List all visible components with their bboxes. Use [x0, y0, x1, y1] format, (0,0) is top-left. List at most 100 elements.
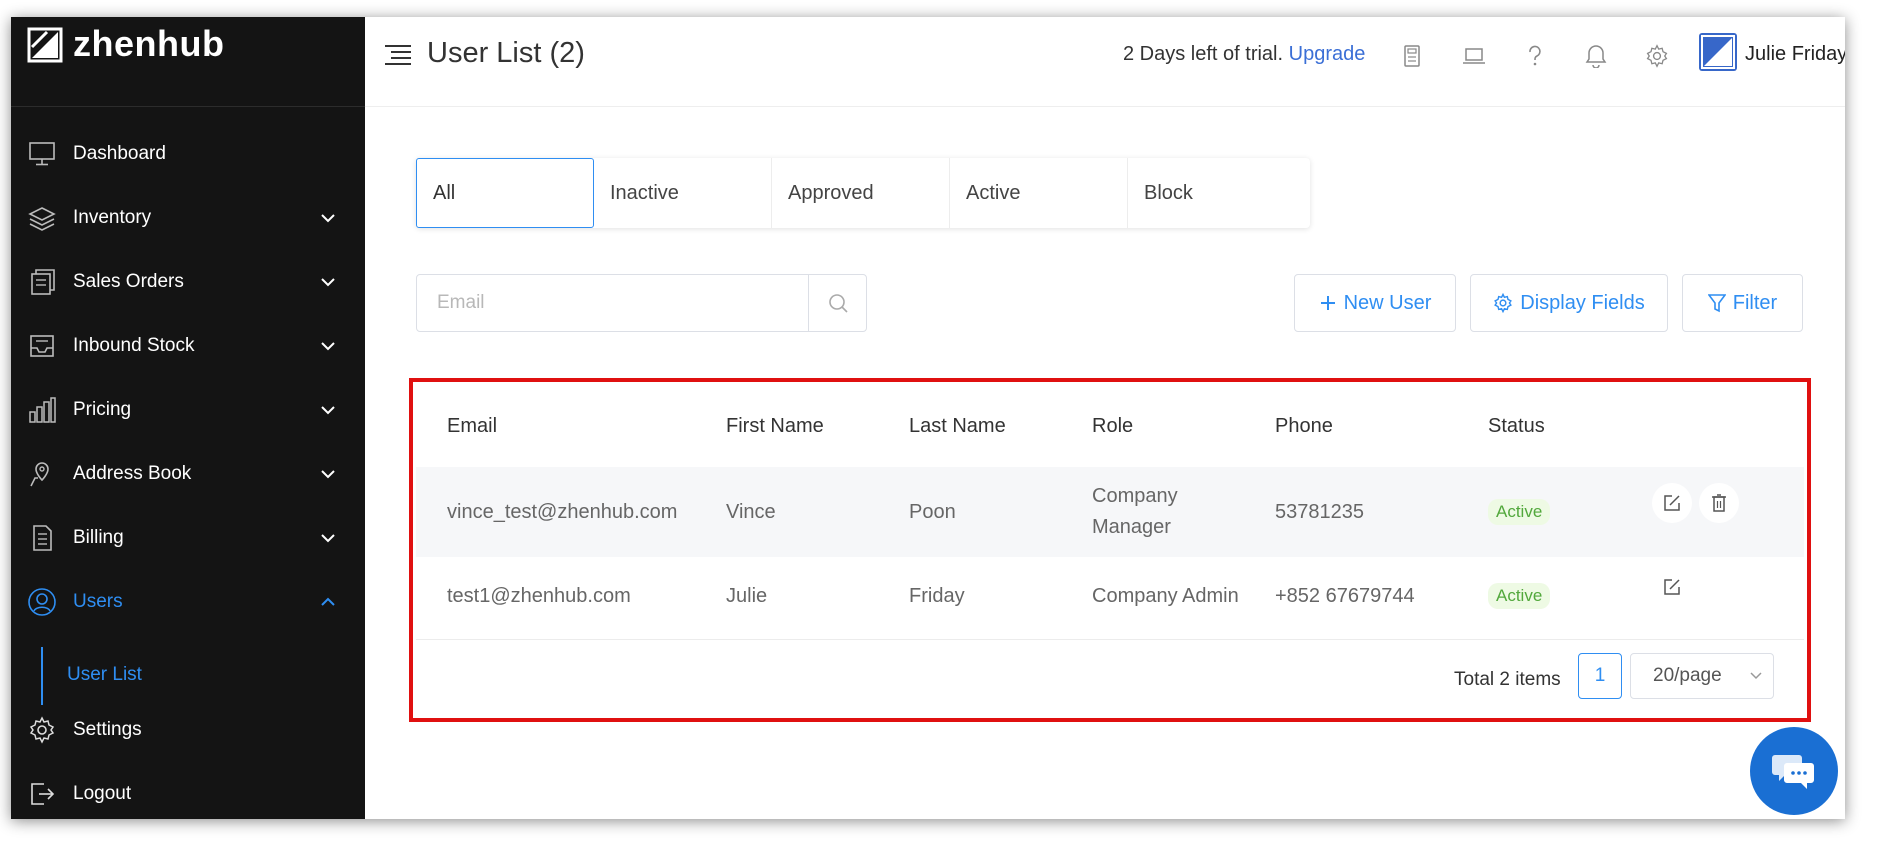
trial-text: 2 Days left of trial. [1123, 43, 1284, 65]
edit-button[interactable] [1652, 483, 1692, 523]
status-tabs: All Inactive Approved Active Block [416, 158, 1310, 228]
page-title: User List (2) [427, 37, 585, 69]
sidebar-item-label: Pricing [73, 399, 132, 420]
gear-icon [27, 715, 57, 745]
sidebar-subitem-user-list[interactable]: User List [41, 647, 341, 705]
page-size-select[interactable]: 20/page [1630, 653, 1774, 699]
delete-button[interactable] [1699, 483, 1739, 523]
tab-active[interactable]: Active [950, 158, 1128, 228]
cell-phone: 53781235 [1275, 501, 1364, 523]
avatar[interactable] [1699, 33, 1737, 71]
tab-approved[interactable]: Approved [772, 158, 950, 228]
bell-icon[interactable] [1581, 41, 1611, 71]
chevron-up-icon [321, 597, 335, 606]
sidebar-item-label: Inventory [73, 207, 152, 228]
sidebar-item-label: Inbound Stock [73, 335, 195, 356]
table-row: test1@zhenhub.com Julie Friday Company A… [416, 557, 1804, 640]
cell-last-name: Friday [909, 585, 965, 607]
sidebar-item-inbound-stock[interactable]: Inbound Stock [11, 319, 365, 373]
display-fields-label: Display Fields [1520, 291, 1645, 314]
pagination-page-button[interactable]: 1 [1578, 653, 1622, 699]
chat-launcher-button[interactable] [1750, 727, 1838, 815]
inbox-tray-icon [27, 331, 57, 361]
chevron-down-icon [321, 470, 335, 479]
pagination-total: Total 2 items [1454, 669, 1561, 690]
sidebar-item-dashboard[interactable]: Dashboard [11, 127, 365, 181]
filter-button[interactable]: Filter [1682, 274, 1803, 332]
column-header-last-name: Last Name [909, 415, 1006, 437]
column-header-email: Email [447, 415, 498, 437]
chevron-down-icon [1750, 672, 1762, 680]
cell-role-line1: Company [1092, 485, 1178, 507]
tab-all[interactable]: All [416, 158, 594, 228]
upgrade-link[interactable]: Upgrade [1289, 43, 1366, 65]
column-header-role: Role [1092, 415, 1134, 437]
cell-first-name: Vince [726, 501, 776, 523]
brand-logo-icon [27, 27, 63, 63]
menu-toggle-icon[interactable] [383, 43, 413, 67]
tab-block[interactable]: Block [1128, 158, 1306, 228]
chevron-down-icon [321, 534, 335, 543]
email-search-input[interactable] [417, 275, 808, 331]
receipt-icon [27, 523, 57, 553]
cell-last-name: Poon [909, 501, 956, 523]
sidebar-item-inventory[interactable]: Inventory [11, 191, 365, 245]
help-icon[interactable] [1520, 41, 1550, 71]
map-pin-icon [27, 459, 57, 489]
sidebar-item-logout[interactable]: Logout [11, 767, 365, 819]
display-fields-button[interactable]: Display Fields [1470, 274, 1668, 332]
logout-icon [27, 779, 57, 809]
status-badge: Active [1488, 499, 1551, 525]
sidebar-item-address-book[interactable]: Address Book [11, 447, 365, 501]
cell-email: vince_test@zhenhub.com [447, 501, 678, 523]
cell-email: test1@zhenhub.com [447, 585, 631, 607]
column-header-first-name: First Name [726, 415, 824, 437]
sidebar-item-label: Address Book [73, 463, 192, 484]
sidebar-item-settings[interactable]: Settings [11, 703, 365, 757]
new-user-label: New User [1343, 291, 1432, 314]
trial-notice: 2 Days left of trial. Upgrade [1123, 43, 1365, 66]
edit-button[interactable] [1652, 567, 1692, 607]
new-user-button[interactable]: New User [1294, 274, 1456, 332]
sidebar-item-billing[interactable]: Billing [11, 511, 365, 565]
laptop-icon[interactable] [1459, 41, 1489, 71]
sidebar-item-label: Logout [73, 783, 132, 804]
settings-icon[interactable] [1642, 41, 1672, 71]
search-icon [828, 294, 848, 313]
monitor-icon [27, 139, 57, 169]
bar-chart-icon [27, 395, 57, 425]
brand-name: zhenhub [73, 23, 225, 64]
username[interactable]: Julie Friday [1745, 43, 1845, 66]
app-window: zhenhub Dashboard Inventory Sales Orders… [11, 17, 1845, 819]
layers-icon [27, 203, 57, 233]
sidebar: zhenhub Dashboard Inventory Sales Orders… [11, 17, 365, 819]
tab-inactive[interactable]: Inactive [594, 158, 772, 228]
edit-icon [1664, 579, 1680, 595]
sidebar-item-label: Dashboard [73, 143, 166, 164]
column-header-status: Status [1488, 415, 1545, 437]
user-circle-icon [27, 587, 57, 617]
sidebar-subitem-label: User List [67, 664, 142, 685]
email-search [416, 274, 867, 332]
sidebar-item-sales-orders[interactable]: Sales Orders [11, 255, 365, 309]
sidebar-item-label: Settings [73, 719, 142, 740]
top-header: User List (2) 2 Days left of trial. Upgr… [365, 17, 1845, 107]
trash-icon [1712, 494, 1726, 512]
column-header-phone: Phone [1275, 415, 1333, 437]
filter-icon [1707, 294, 1726, 313]
edit-icon [1664, 495, 1680, 511]
sidebar-item-label: Users [73, 591, 123, 612]
cell-role: Company Admin [1092, 585, 1239, 607]
cell-first-name: Julie [726, 585, 768, 607]
table-row: vince_test@zhenhub.com Vince Poon Compan… [416, 467, 1804, 557]
sidebar-item-users[interactable]: Users [11, 575, 365, 629]
chevron-down-icon [321, 214, 335, 223]
search-button[interactable] [808, 275, 866, 331]
sidebar-item-label: Billing [73, 527, 124, 548]
calculator-icon[interactable] [1397, 41, 1427, 71]
sidebar-item-pricing[interactable]: Pricing [11, 383, 365, 437]
filter-label: Filter [1732, 291, 1778, 314]
chat-bubble-icon [1772, 755, 1814, 789]
brand[interactable]: zhenhub [11, 17, 365, 107]
cell-role-line2: Manager [1092, 516, 1171, 538]
